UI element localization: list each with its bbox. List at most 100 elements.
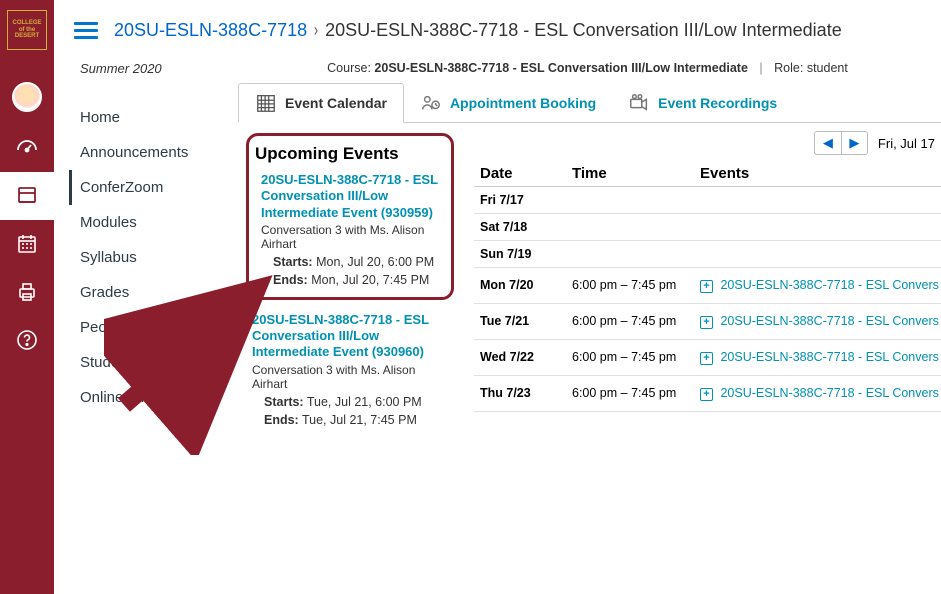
week-date: Sat 7/18	[480, 220, 572, 234]
week-row: Thu 7/23 6:00 pm – 7:45 pm + 20SU-ESLN-3…	[474, 376, 941, 412]
event-end-line: Ends: Mon, Jul 20, 7:45 PM	[261, 273, 439, 287]
main-column: 20SU-ESLN-388C-7718 › 20SU-ESLN-388C-771…	[54, 0, 941, 594]
expand-icon[interactable]: +	[700, 316, 713, 329]
week-event: + 20SU-ESLN-388C-7718 - ESL Convers	[700, 350, 941, 365]
nav-grades[interactable]: Grades	[80, 275, 234, 310]
week-row: Sun 7/19	[474, 241, 941, 268]
book-icon	[15, 184, 39, 208]
upcoming-panel: Upcoming Events 20SU-ESLN-388C-7718 - ES…	[234, 123, 466, 594]
calendar-pane: Course: 20SU-ESLN-388C-7718 - ESL Conver…	[234, 57, 941, 594]
nav-conferzoom[interactable]: ConferZoom	[69, 170, 234, 205]
course-prefix: Course:	[327, 61, 371, 75]
course-name: 20SU-ESLN-388C-7718 - ESL Conversation I…	[374, 61, 748, 75]
recordings-tab-icon	[628, 92, 650, 114]
tab-event-recordings[interactable]: Event Recordings	[612, 83, 793, 122]
starts-label: Starts:	[264, 395, 304, 409]
nav-student-services[interactable]: Student Services	[80, 345, 234, 380]
week-row: Sat 7/18	[474, 214, 941, 241]
inbox-nav[interactable]	[0, 268, 54, 316]
nav-syllabus[interactable]: Syllabus	[80, 240, 234, 275]
role-value: student	[807, 61, 848, 75]
event-link[interactable]: 20SU-ESLN-388C-7718 - ESL Convers	[720, 314, 938, 328]
course-role-line: Course: 20SU-ESLN-388C-7718 - ESL Conver…	[234, 57, 941, 83]
avatar-icon	[12, 82, 42, 112]
breadcrumb-page-title: 20SU-ESLN-388C-7718 - ESL Conversation I…	[325, 20, 842, 41]
nav-people[interactable]: People	[80, 310, 234, 345]
expand-icon[interactable]: +	[700, 280, 713, 293]
dashboard-nav[interactable]	[0, 124, 54, 172]
courses-nav[interactable]	[0, 172, 54, 220]
help-nav[interactable]	[0, 316, 54, 364]
nav-home[interactable]: Home	[80, 100, 234, 135]
ends-value: Tue, Jul 21, 7:45 PM	[302, 413, 417, 427]
week-row: Mon 7/20 6:00 pm – 7:45 pm + 20SU-ESLN-3…	[474, 268, 941, 304]
expand-icon[interactable]: +	[700, 388, 713, 401]
calendar-tab-icon	[255, 92, 277, 114]
week-time: 6:00 pm – 7:45 pm	[572, 350, 700, 364]
prev-week-button[interactable]: ◀	[815, 132, 841, 154]
week-date: Tue 7/21	[480, 314, 572, 328]
booking-tab-icon	[420, 92, 442, 114]
term-label: Summer 2020	[80, 61, 234, 76]
ends-label: Ends:	[273, 273, 308, 287]
upcoming-highlight-box: Upcoming Events 20SU-ESLN-388C-7718 - ES…	[246, 133, 454, 300]
nav-online-tutoring[interactable]: Online Tutoring	[80, 380, 234, 415]
week-row: Wed 7/22 6:00 pm – 7:45 pm + 20SU-ESLN-3…	[474, 340, 941, 376]
calendar-nav[interactable]	[0, 220, 54, 268]
week-time: 6:00 pm – 7:45 pm	[572, 278, 700, 292]
breadcrumb-course-link[interactable]: 20SU-ESLN-388C-7718	[114, 20, 307, 41]
starts-value: Tue, Jul 21, 6:00 PM	[307, 395, 422, 409]
week-date: Thu 7/23	[480, 386, 572, 400]
expand-icon[interactable]: +	[700, 352, 713, 365]
event-subtitle: Conversation 3 with Ms. Alison Airhart	[261, 223, 439, 251]
starts-value: Mon, Jul 20, 6:00 PM	[316, 255, 434, 269]
ends-label: Ends:	[264, 413, 299, 427]
col-head-date: Date	[480, 165, 572, 182]
role-prefix: Role:	[774, 61, 803, 75]
help-icon	[15, 328, 39, 352]
week-row: Tue 7/21 6:00 pm – 7:45 pm + 20SU-ESLN-3…	[474, 304, 941, 340]
upcoming-event-1: 20SU-ESLN-388C-7718 - ESL Conversation I…	[246, 312, 454, 427]
speedometer-icon	[15, 136, 39, 160]
week-event: + 20SU-ESLN-388C-7718 - ESL Convers	[700, 278, 941, 293]
upcoming-heading: Upcoming Events	[255, 144, 445, 164]
printer-icon	[15, 280, 39, 304]
role-separator: |	[759, 61, 762, 75]
institution-logo-text: COLLEGE of the DESERT	[10, 20, 44, 40]
week-header-row: Date Time Events	[474, 165, 941, 187]
week-time: 6:00 pm – 7:45 pm	[572, 314, 700, 328]
week-date: Wed 7/22	[480, 350, 572, 364]
nav-announcements[interactable]: Announcements	[80, 135, 234, 170]
institution-logo[interactable]: COLLEGE of the DESERT	[7, 10, 47, 50]
hamburger-icon[interactable]	[74, 18, 98, 43]
event-link[interactable]: 20SU-ESLN-388C-7718 - ESL Convers	[720, 350, 938, 364]
event-start-line: Starts: Tue, Jul 21, 6:00 PM	[252, 395, 448, 409]
event-title-link[interactable]: 20SU-ESLN-388C-7718 - ESL Conversation I…	[252, 312, 448, 361]
next-week-button[interactable]: ▶	[841, 132, 867, 154]
breadcrumb-separator-icon: ›	[314, 20, 318, 41]
event-subtitle: Conversation 3 with Ms. Alison Airhart	[252, 363, 448, 391]
tab-bar: Event Calendar Appointment Booking	[238, 83, 941, 123]
week-date-label: Fri, Jul 17	[878, 136, 935, 151]
week-date: Fri 7/17	[480, 193, 572, 207]
tab-recordings-label: Event Recordings	[658, 95, 777, 111]
event-link[interactable]: 20SU-ESLN-388C-7718 - ESL Convers	[720, 386, 938, 400]
tab-calendar-label: Event Calendar	[285, 95, 387, 111]
starts-label: Starts:	[273, 255, 313, 269]
tab-appointment-booking[interactable]: Appointment Booking	[404, 83, 612, 122]
content-row: Summer 2020 Home Announcements ConferZoo…	[54, 57, 941, 594]
breadcrumb-header: 20SU-ESLN-388C-7718 › 20SU-ESLN-388C-771…	[54, 0, 941, 57]
upcoming-event-0: 20SU-ESLN-388C-7718 - ESL Conversation I…	[255, 172, 445, 287]
week-date: Sun 7/19	[480, 247, 572, 261]
course-nav: Summer 2020 Home Announcements ConferZoo…	[54, 57, 234, 594]
account-nav[interactable]	[0, 70, 54, 124]
event-end-line: Ends: Tue, Jul 21, 7:45 PM	[252, 413, 448, 427]
nav-modules[interactable]: Modules	[80, 205, 234, 240]
event-title-link[interactable]: 20SU-ESLN-388C-7718 - ESL Conversation I…	[261, 172, 439, 221]
tab-event-calendar[interactable]: Event Calendar	[238, 83, 404, 123]
event-link[interactable]: 20SU-ESLN-388C-7718 - ESL Convers	[720, 278, 938, 292]
calendar-icon	[15, 232, 39, 256]
event-start-line: Starts: Mon, Jul 20, 6:00 PM	[261, 255, 439, 269]
week-time: 6:00 pm – 7:45 pm	[572, 386, 700, 400]
calendar-body: Upcoming Events 20SU-ESLN-388C-7718 - ES…	[234, 123, 941, 594]
